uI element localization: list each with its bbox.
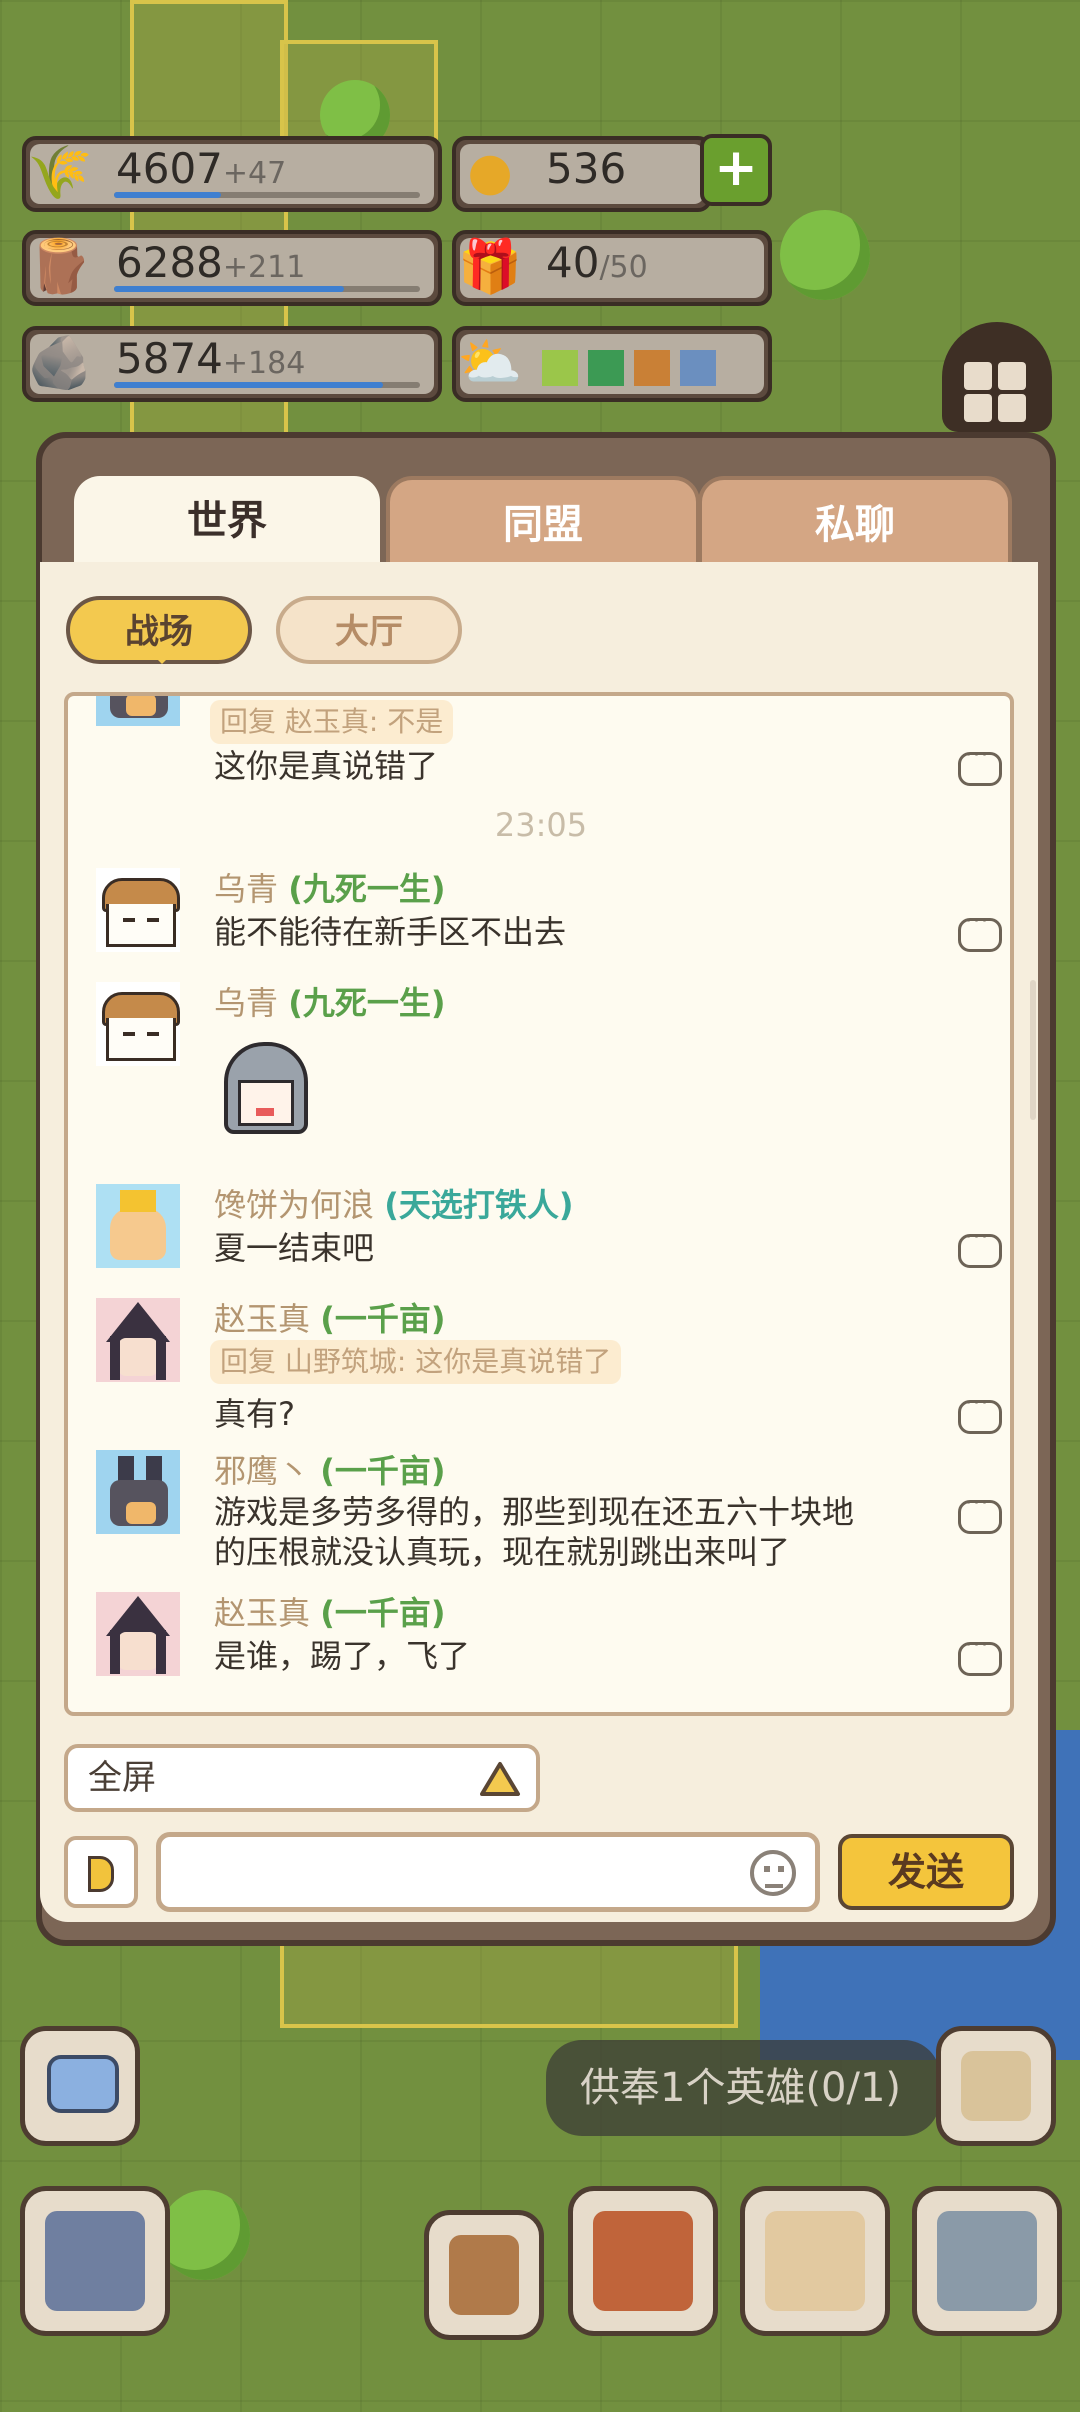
wood-resource[interactable]: 🪵 6288+211 [22, 230, 442, 306]
wood-value: 6288+211 [116, 238, 306, 287]
coin-icon: ● [467, 142, 513, 202]
message-text: 这你是真说错了 [214, 747, 439, 785]
food-value: 4607+47 [116, 144, 287, 193]
reply-bubble-icon[interactable] [958, 1491, 1002, 1534]
emoji-icon[interactable] [750, 1850, 796, 1896]
avatar[interactable] [96, 982, 180, 1066]
send-button[interactable]: 发送 [838, 1834, 1014, 1910]
wood-progress [114, 286, 420, 292]
season-color-2 [588, 350, 624, 386]
avatar[interactable] [96, 696, 180, 726]
message-text: 是谁，踢了，飞了 [214, 1637, 471, 1675]
sender-name: 赵玉真 (一千亩) [214, 1300, 446, 1338]
message-text-line-2: 的压根就没认真玩，现在就别跳出来叫了 [214, 1533, 791, 1571]
reply-quote: 回复 赵玉真: 不是 [210, 700, 454, 744]
message-text-line-1: 游戏是多劳多得的，那些到现在还五六十块地 [214, 1493, 855, 1531]
menu-grid-button[interactable] [942, 322, 1052, 432]
add-gold-button[interactable]: + [700, 134, 772, 206]
season-color-1 [542, 350, 578, 386]
season-color-3 [634, 350, 670, 386]
weather-icon: ⛅ [457, 332, 523, 393]
offer-hero-banner[interactable]: 供奉1个英雄(0/1) [546, 2040, 940, 2136]
message-text: 能不能待在新手区不出去 [214, 913, 567, 951]
message-text: 真有? [214, 1395, 295, 1433]
castle-button[interactable] [20, 2186, 170, 2336]
channel-lobby[interactable]: 大厅 [276, 596, 462, 664]
reply-bubble-icon[interactable] [958, 1391, 1002, 1434]
chat-scrollbar[interactable] [1030, 980, 1036, 1120]
expand-up-icon [480, 1762, 520, 1796]
weather-widget[interactable]: ⛅ [452, 326, 772, 402]
sender-name: 邪鹰丶 (一千亩) [214, 1452, 446, 1490]
avatar[interactable] [96, 1298, 180, 1382]
avatar[interactable] [96, 1184, 180, 1268]
season-color-4 [680, 350, 716, 386]
wheat-icon: 🌾 [27, 142, 93, 203]
heroes-icon [937, 2211, 1037, 2311]
scroll-icon [961, 2051, 1031, 2121]
sender-name: 赵玉真 (一千亩) [214, 1594, 446, 1632]
stone-icon: 🪨 [27, 332, 93, 393]
chat-open-button[interactable] [20, 2026, 140, 2146]
chest-button[interactable] [568, 2186, 718, 2336]
gold-resource[interactable]: ● 536 [452, 136, 712, 212]
speaker-icon [88, 1856, 114, 1892]
sender-name: 馋饼为何浪 (天选打铁人) [214, 1186, 574, 1224]
quest-scroll-button[interactable] [936, 2026, 1056, 2146]
bag-button[interactable] [424, 2210, 544, 2340]
avatar[interactable] [96, 1450, 180, 1534]
stone-progress [114, 382, 420, 388]
chest-icon [593, 2211, 693, 2311]
tab-alliance[interactable]: 同盟 [386, 476, 700, 570]
bag-icon [449, 2235, 519, 2315]
food-progress [114, 192, 420, 198]
chat-message-list[interactable]: 回复 赵玉真: 不是 这你是真说错了 23:05 乌青 (九死一生) 能不能待在… [64, 692, 1014, 1716]
gift-resource[interactable]: 🎁 40/50 [452, 230, 772, 306]
tree [780, 210, 870, 300]
knight-sticker [218, 1042, 314, 1138]
avatar[interactable] [96, 1592, 180, 1676]
tree [160, 2190, 250, 2280]
stone-value: 5874+184 [116, 334, 306, 383]
food-resource[interactable]: 🌾 4607+47 [22, 136, 442, 212]
avatar[interactable] [96, 868, 180, 952]
voice-button[interactable] [64, 1836, 138, 1908]
sender-name: 乌青 (九死一生) [214, 984, 446, 1022]
castle-icon [45, 2211, 145, 2311]
timestamp: 23:05 [494, 806, 588, 844]
tab-private[interactable]: 私聊 [698, 476, 1012, 570]
reply-quote: 回复 山野筑城: 这你是真说错了 [210, 1340, 622, 1384]
reply-bubble-icon[interactable] [958, 1633, 1002, 1676]
map-pin-icon [765, 2211, 865, 2311]
stone-resource[interactable]: 🪨 5874+184 [22, 326, 442, 402]
reply-bubble-icon[interactable] [958, 743, 1002, 786]
chat-bubble-icon [47, 2055, 119, 2113]
gold-value: 536 [546, 144, 627, 193]
reply-bubble-icon[interactable] [958, 909, 1002, 952]
gift-value: 40/50 [546, 238, 648, 287]
tab-world[interactable]: 世界 [74, 476, 380, 566]
reply-bubble-icon[interactable] [958, 1225, 1002, 1268]
gift-icon: 🎁 [457, 236, 523, 297]
fullscreen-label: 全屏 [88, 1758, 156, 1798]
fullscreen-toggle[interactable]: 全屏 [64, 1744, 540, 1812]
message-input[interactable] [156, 1832, 820, 1912]
heroes-button[interactable] [912, 2186, 1062, 2336]
log-icon: 🪵 [27, 236, 93, 297]
map-button[interactable] [740, 2186, 890, 2336]
channel-battlefield[interactable]: 战场 [66, 596, 252, 664]
sender-name: 乌青 (九死一生) [214, 870, 446, 908]
message-text: 夏一结束吧 [214, 1229, 375, 1267]
